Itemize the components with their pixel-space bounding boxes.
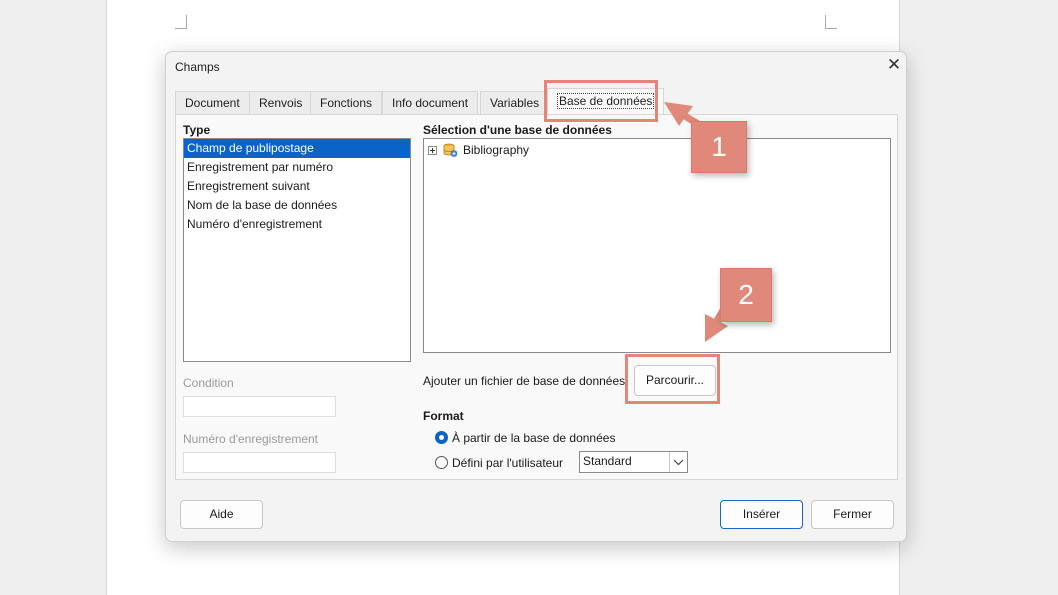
type-label: Type [183,123,211,137]
crop-mark-right [825,15,837,29]
chevron-down-icon[interactable] [669,452,687,472]
type-item-mail-merge[interactable]: Champ de publipostage [184,139,410,158]
step-badge-2: 2 [720,268,772,322]
tab-variables[interactable]: Variables [480,91,550,114]
tree-item-label: Bibliography [463,143,530,157]
type-item-record-number[interactable]: Numéro d'enregistrement [184,215,410,234]
type-item-database-name[interactable]: Nom de la base de données [184,196,410,215]
record-number-field[interactable] [183,452,336,473]
type-item-next-record[interactable]: Enregistrement suivant [184,177,410,196]
dialog-title: Champs [175,60,220,74]
tab-database-label: Base de données [557,93,655,109]
help-button[interactable]: Aide [180,500,263,529]
condition-label: Condition [183,376,234,390]
tab-document[interactable]: Document [175,91,250,114]
crop-mark-left [175,15,187,29]
radio-user-defined[interactable] [435,456,448,469]
radio-user-defined-label: Défini par l'utilisateur [452,456,564,470]
fields-dialog: Champs ✕ Document Renvois Fonctions Info… [165,51,907,542]
tab-database[interactable]: Base de données [547,88,665,114]
browse-button[interactable]: Parcourir... [634,365,716,396]
tree-row-bibliography[interactable]: Bibliography [428,141,529,159]
tab-document-info[interactable]: Info document [382,91,479,114]
condition-field[interactable] [183,396,336,417]
type-item-record-by-number[interactable]: Enregistrement par numéro [184,158,410,177]
database-selection-label: Sélection d'une base de données [423,123,612,137]
close-button[interactable]: Fermer [811,500,894,529]
tab-cross-references[interactable]: Renvois [249,91,313,114]
insert-button[interactable]: Insérer [720,500,803,529]
radio-from-database[interactable] [435,431,448,444]
type-list[interactable]: Champ de publipostage Enregistrement par… [183,138,411,362]
user-format-select[interactable]: Standard [579,451,688,473]
step-badge-1: 1 [691,121,747,173]
expand-icon[interactable] [428,145,437,155]
close-icon[interactable]: ✕ [884,55,904,75]
database-tree[interactable]: Bibliography [423,138,891,353]
user-format-value: Standard [583,454,632,468]
radio-from-database-label: À partir de la base de données [452,431,616,445]
add-database-label: Ajouter un fichier de base de données [423,374,626,388]
format-label: Format [423,409,464,423]
record-number-label: Numéro d'enregistrement [183,432,319,446]
database-icon [443,143,458,157]
tab-functions[interactable]: Fonctions [310,91,383,114]
